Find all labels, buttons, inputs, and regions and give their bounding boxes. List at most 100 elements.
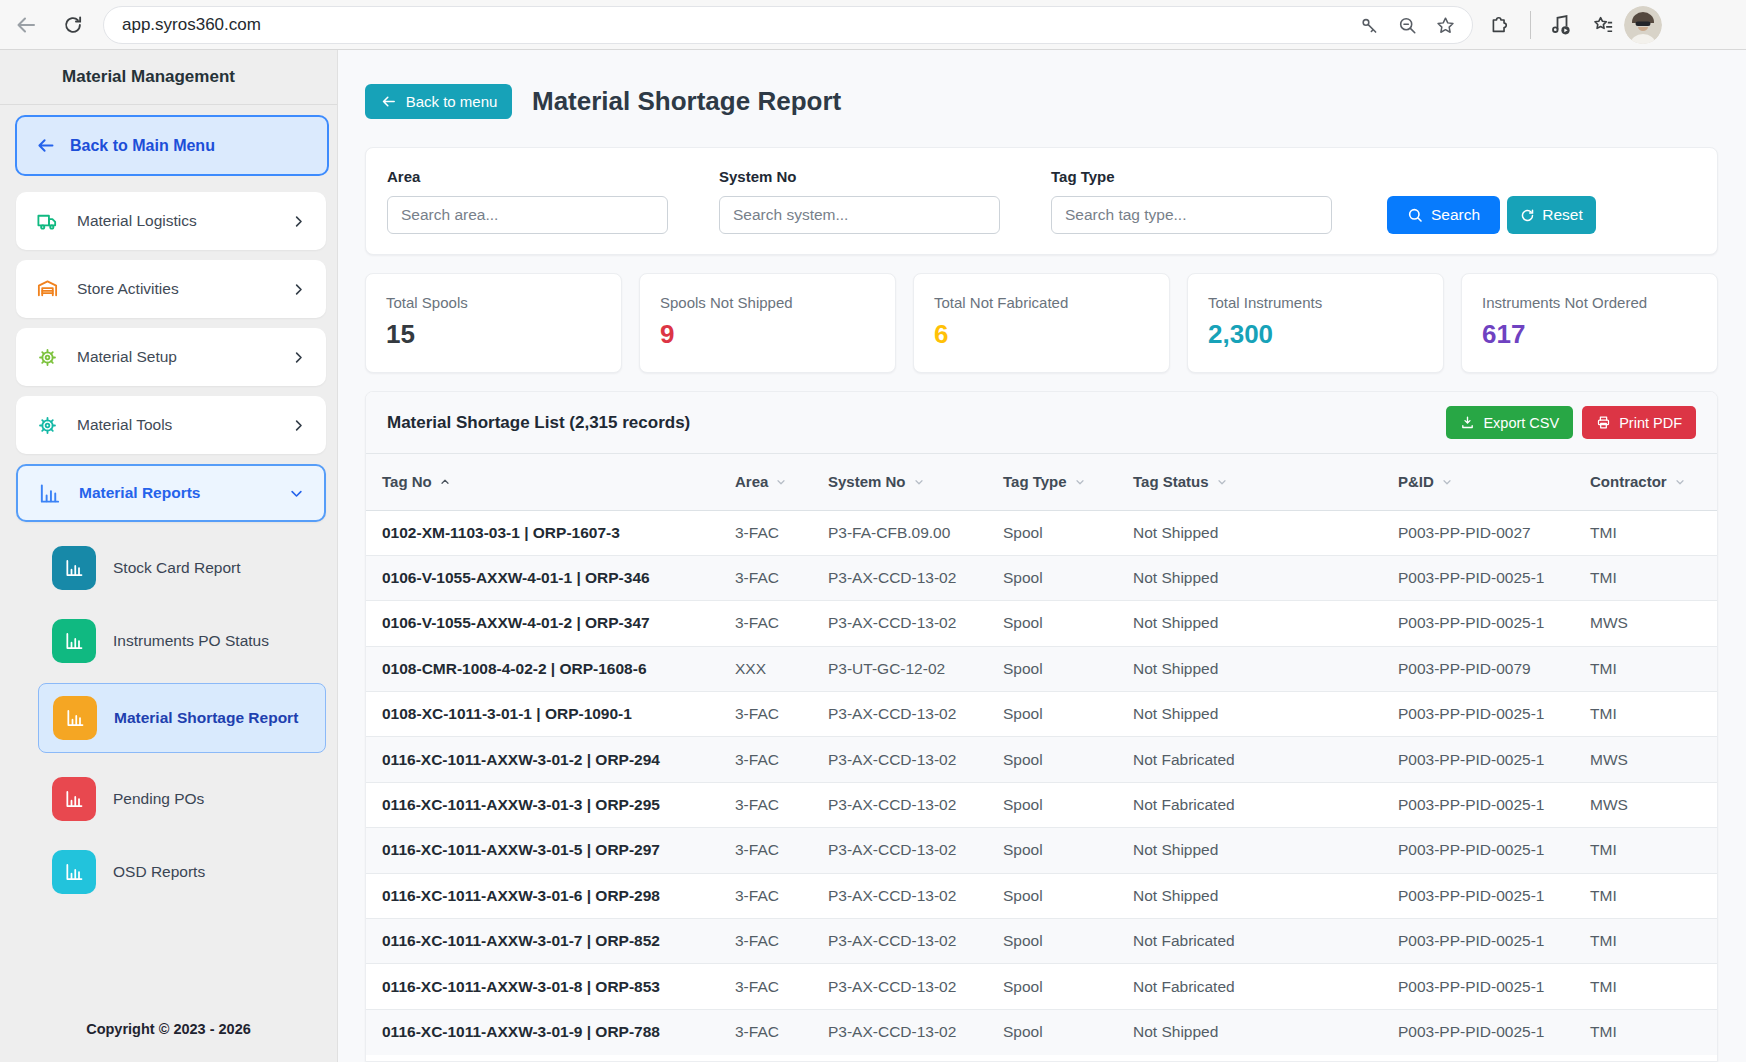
cell-pid: P003-PP-PID-0025-1 bbox=[1382, 555, 1574, 600]
cell-tag-no: 0106-V-1055-AXXW-4-01-2 | ORP-347 bbox=[366, 601, 719, 646]
gear-icon bbox=[36, 414, 59, 437]
cell-system-no: P3-AX-CCD-13-02 bbox=[812, 964, 987, 1009]
bookmark-star-icon[interactable] bbox=[1435, 15, 1456, 36]
zoom-out-icon[interactable] bbox=[1397, 15, 1418, 36]
table-row[interactable]: 0106-V-1055-AXXW-4-01-1 | ORP-3463-FACP3… bbox=[366, 555, 1717, 600]
sidebar-item-instruments-po-status[interactable]: Instruments PO Status bbox=[38, 618, 326, 664]
cell-tag-type: Spool bbox=[987, 873, 1117, 918]
media-controls-icon[interactable] bbox=[1548, 0, 1572, 50]
bar-chart-icon bbox=[52, 619, 96, 663]
table-row[interactable]: 0106-V-1055-AXXW-4-01-2 | ORP-3473-FACP3… bbox=[366, 601, 1717, 646]
cell-area: 3-FAC bbox=[719, 601, 812, 646]
back-to-main-menu-button[interactable]: Back to Main Menu bbox=[15, 115, 329, 176]
url-bar[interactable]: app.syros360.com bbox=[103, 6, 1473, 44]
chevron-right-icon bbox=[291, 282, 306, 297]
table-row[interactable]: 0108-XC-1011-3-01-1 | ORP-1090-13-FACP3-… bbox=[366, 692, 1717, 737]
profile-avatar[interactable] bbox=[1624, 6, 1662, 44]
cell-system-no: P3-UT-GC-12-02 bbox=[812, 646, 987, 691]
filter-system-no: System No bbox=[719, 167, 1000, 254]
sidebar-item-pending-pos[interactable]: Pending POs bbox=[38, 776, 326, 822]
cell-tag-type: Spool bbox=[987, 919, 1117, 964]
back-to-menu-button[interactable]: Back to menu bbox=[365, 84, 512, 119]
browser-chrome: app.syros360.com bbox=[0, 0, 1746, 50]
cell-tag-status: Not Shipped bbox=[1117, 510, 1382, 555]
cell-tag-no: 0116-XC-1011-AXXW-3-01-5 | ORP-297 bbox=[366, 828, 719, 873]
cell-tag-type: Spool bbox=[987, 828, 1117, 873]
table-row[interactable]: 0116-XC-1011-AXXW-3-01-5 | ORP-2973-FACP… bbox=[366, 828, 1717, 873]
sidebar-subnav: Stock Card Report Instruments PO Status … bbox=[0, 545, 337, 895]
cell-area: 3-FAC bbox=[719, 555, 812, 600]
table-row[interactable]: 0116-XC-1011-AXXW-3-01-8 | ORP-8533-FACP… bbox=[366, 964, 1717, 1009]
cell-contractor: TMI bbox=[1574, 964, 1717, 1009]
bar-chart-icon bbox=[52, 777, 96, 821]
browser-back-icon[interactable] bbox=[14, 13, 38, 37]
col-contractor[interactable]: Contractor bbox=[1574, 454, 1717, 510]
extensions-icon[interactable] bbox=[1489, 0, 1511, 50]
table-row[interactable]: 0116-XC-1011-AXXW-3-01-2 | ORP-2943-FAC P… bbox=[366, 737, 1717, 782]
stat-instruments-not-ordered: Instruments Not Ordered 617 bbox=[1461, 273, 1718, 373]
export-csv-button[interactable]: Export CSV bbox=[1446, 406, 1573, 439]
table-row[interactable]: 0102-XM-1103-03-1 | ORP-1607-33-FACP3-FA… bbox=[366, 510, 1717, 555]
tag-type-input[interactable] bbox=[1051, 196, 1332, 234]
area-input[interactable] bbox=[387, 196, 668, 234]
sidebar-item-material-tools[interactable]: Material Tools bbox=[16, 396, 326, 454]
sidebar-item-material-setup[interactable]: Material Setup bbox=[16, 328, 326, 386]
table-row[interactable]: 0116-XC-1011-AXXW-3-01-7 | ORP-8523-FACP… bbox=[366, 919, 1717, 964]
cell-pid: P003-PP-PID-0025-1 bbox=[1382, 601, 1574, 646]
cell-tag-status: Not Shipped bbox=[1117, 601, 1382, 646]
sidebar-item-stock-card-report[interactable]: Stock Card Report bbox=[38, 545, 326, 591]
sidebar-item-material-reports[interactable]: Material Reports bbox=[16, 464, 326, 522]
cell-tag-status: Not Shipped bbox=[1117, 828, 1382, 873]
cell-contractor: TMI bbox=[1574, 692, 1717, 737]
chevron-right-icon bbox=[291, 350, 306, 365]
col-pid[interactable]: P&ID bbox=[1382, 454, 1574, 510]
cell-tag-no: 0116-XC-1011-AXXW-3-01-8 | ORP-853 bbox=[366, 964, 719, 1009]
filter-area: Area bbox=[387, 167, 668, 254]
cell-area: 3-FAC bbox=[719, 737, 812, 782]
cell-tag-no: 0116-XC-1011-AXXW-3-01-2 | ORP-294 bbox=[366, 737, 719, 782]
sidebar-title: Material Management bbox=[0, 50, 337, 105]
table-row[interactable]: 0116-XC-1011-AXXW-3-01-3 | ORP-2953-FACP… bbox=[366, 782, 1717, 827]
cell-tag-no: 0116-XC-1011-AXXW-3-01-9 | ORP-788 bbox=[366, 1009, 719, 1054]
filter-buttons: Search Reset bbox=[1387, 196, 1596, 254]
cell-tag-status: Not Shipped bbox=[1117, 646, 1382, 691]
password-key-icon[interactable] bbox=[1359, 15, 1380, 36]
col-tag-type[interactable]: Tag Type bbox=[987, 454, 1117, 510]
col-tag-no[interactable]: Tag No bbox=[366, 454, 719, 510]
col-system-no[interactable]: System No bbox=[812, 454, 987, 510]
warehouse-icon bbox=[36, 278, 59, 301]
sidebar-item-material-logistics[interactable]: Material Logistics bbox=[16, 192, 326, 250]
reset-button[interactable]: Reset bbox=[1507, 196, 1596, 234]
bar-chart-icon bbox=[53, 696, 97, 740]
cell-tag-status: Not Fabricated bbox=[1117, 737, 1382, 782]
search-button[interactable]: Search bbox=[1387, 196, 1500, 234]
table-row[interactable]: 0116-XC-1011-AXXW-3-01-6 | ORP-2983-FACP… bbox=[366, 873, 1717, 918]
sidebar-item-osd-reports[interactable]: OSD Reports bbox=[38, 849, 326, 895]
cell-area: 3-FAC bbox=[719, 873, 812, 918]
cell-tag-type: Spool bbox=[987, 646, 1117, 691]
stat-total-spools: Total Spools 15 bbox=[365, 273, 622, 373]
cell-tag-status: Not Fabricated bbox=[1117, 782, 1382, 827]
print-pdf-button[interactable]: Print PDF bbox=[1582, 406, 1696, 439]
cell-area: 3-FAC bbox=[719, 782, 812, 827]
table-row[interactable]: 0108-CMR-1008-4-02-2 | ORP-1608-6XXXP3-U… bbox=[366, 646, 1717, 691]
system-no-input[interactable] bbox=[719, 196, 1000, 234]
cell-tag-status: Not Shipped bbox=[1117, 1009, 1382, 1054]
browser-refresh-icon[interactable] bbox=[62, 14, 84, 36]
table-row[interactable]: 0116-XC-1011-AXXW-3-01-9 | ORP-7883-FACP… bbox=[366, 1009, 1717, 1054]
col-tag-status[interactable]: Tag Status bbox=[1117, 454, 1382, 510]
stat-total-instruments: Total Instruments 2,300 bbox=[1187, 273, 1444, 373]
shortage-table-body: 0102-XM-1103-03-1 | ORP-1607-33-FACP3-FA… bbox=[366, 510, 1717, 1055]
col-area[interactable]: Area bbox=[719, 454, 812, 510]
cell-pid: P003-PP-PID-0025-1 bbox=[1382, 919, 1574, 964]
sidebar-item-store-activities[interactable]: Store Activities bbox=[16, 260, 326, 318]
cell-pid: P003-PP-PID-0027 bbox=[1382, 510, 1574, 555]
cell-tag-status: Not Fabricated bbox=[1117, 964, 1382, 1009]
bar-chart-icon bbox=[52, 546, 96, 590]
collections-icon[interactable] bbox=[1592, 0, 1615, 50]
cell-pid: P003-PP-PID-0025-1 bbox=[1382, 737, 1574, 782]
cell-tag-no: 0108-XC-1011-3-01-1 | ORP-1090-1 bbox=[366, 692, 719, 737]
cell-contractor: MWS bbox=[1574, 782, 1717, 827]
sidebar-item-material-shortage-report[interactable]: Material Shortage Report bbox=[38, 683, 326, 753]
cell-contractor: MWS bbox=[1574, 601, 1717, 646]
